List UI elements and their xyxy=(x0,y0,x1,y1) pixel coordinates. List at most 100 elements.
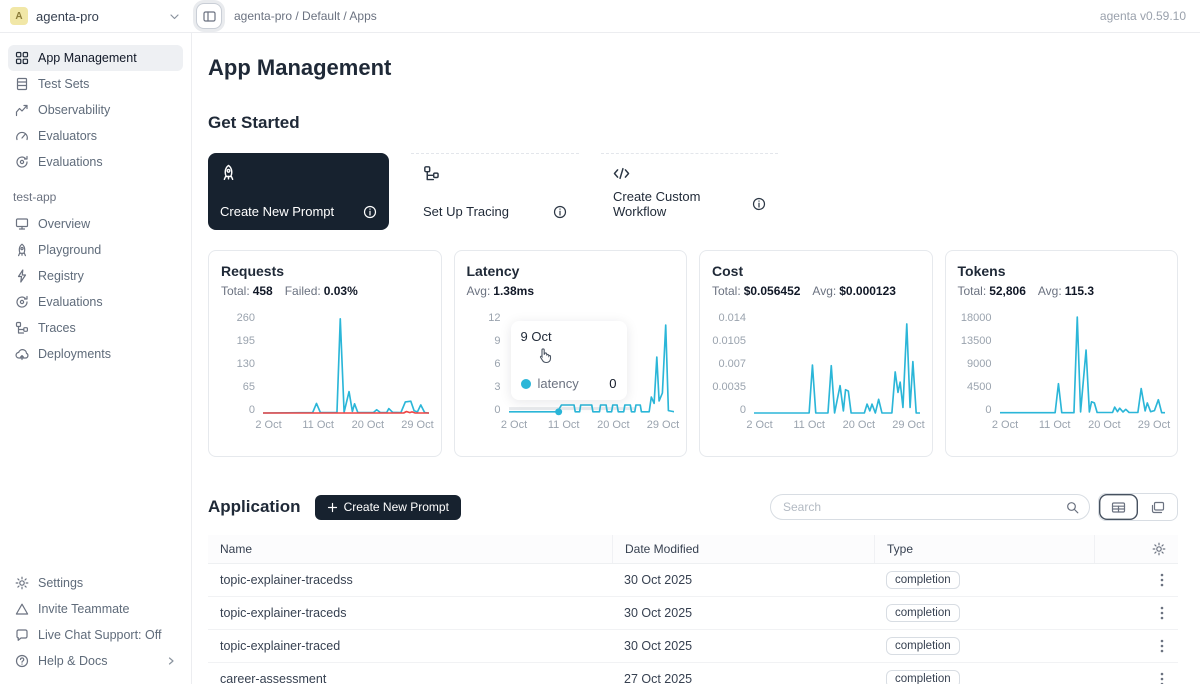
invite-triangle-icon xyxy=(15,602,29,616)
rocket-icon xyxy=(15,243,29,257)
latency-card: Latency Avg:1.38ms 129630 2 Oct11 Oct20 … xyxy=(454,250,688,457)
card-label: Set Up Tracing xyxy=(423,204,509,219)
tooltip-date: 9 Oct xyxy=(521,329,617,344)
search-input[interactable] xyxy=(781,499,1066,515)
card-view-button[interactable] xyxy=(1138,494,1177,520)
create-new-prompt-card[interactable]: Create New Prompt xyxy=(208,153,389,230)
applications-table: Name Date Modified Type topic-explainer-… xyxy=(208,535,1178,684)
sidebar-item-label: Settings xyxy=(38,576,83,590)
row-menu-icon[interactable] xyxy=(1160,606,1164,620)
sidebar-section-label: test-app xyxy=(8,190,183,204)
tooltip-series-row: latency 0 xyxy=(521,376,617,391)
sidebar-item-app-management[interactable]: App Management xyxy=(8,45,183,71)
table-row[interactable]: topic-explainer-tracedss 30 Oct 2025 com… xyxy=(208,564,1178,597)
chart-plot[interactable] xyxy=(754,312,920,416)
date-modified: 27 Oct 2025 xyxy=(612,672,874,684)
row-menu-icon[interactable] xyxy=(1160,573,1164,587)
y-tick-label: 13500 xyxy=(961,335,992,347)
y-axis-labels: 260195130650 xyxy=(221,312,263,416)
table-icon xyxy=(15,77,29,91)
column-header-name[interactable]: Name xyxy=(208,535,612,563)
table-row[interactable]: career-assessment 27 Oct 2025 completion xyxy=(208,663,1178,684)
plus-icon xyxy=(327,502,338,513)
column-header-type[interactable]: Type xyxy=(874,535,1094,563)
sidebar-item-invite-teammate[interactable]: Invite Teammate xyxy=(8,596,183,622)
y-tick-label: 0 xyxy=(985,404,991,416)
refresh-circle-icon xyxy=(15,295,29,309)
top-bar: A agenta-pro agenta-pro / Default / Apps… xyxy=(0,0,1200,33)
sidebar-toggle-button[interactable] xyxy=(196,3,222,29)
row-menu-icon[interactable] xyxy=(1160,672,1164,684)
y-tick-label: 12 xyxy=(488,312,500,324)
sidebar-item-test-sets[interactable]: Test Sets xyxy=(8,71,183,97)
x-tick-label: 29 Oct xyxy=(401,419,433,431)
x-tick-label: 29 Oct xyxy=(892,419,924,431)
y-tick-label: 195 xyxy=(237,335,255,347)
chart-plot[interactable] xyxy=(1000,312,1166,416)
y-tick-label: 0.014 xyxy=(718,312,746,324)
sidebar-item-evaluations[interactable]: Evaluations xyxy=(8,149,183,175)
column-settings-gear-icon[interactable] xyxy=(1152,542,1166,556)
y-tick-label: 0 xyxy=(494,404,500,416)
workspace-switcher[interactable]: A agenta-pro xyxy=(0,7,192,25)
x-tick-label: 20 Oct xyxy=(352,419,384,431)
sidebar-item-observability[interactable]: Observability xyxy=(8,97,183,123)
create-custom-workflow-card[interactable]: Create Custom Workflow xyxy=(601,153,778,230)
cost-chart[interactable]: 0.0140.01050.0070.00350 2 Oct11 Oct20 Oc… xyxy=(712,312,920,435)
x-tick-label: 11 Oct xyxy=(548,419,580,431)
sidebar-item-evaluations-app[interactable]: Evaluations xyxy=(8,289,183,315)
sidebar-item-help-docs[interactable]: Help & Docs xyxy=(8,648,183,674)
row-menu-icon[interactable] xyxy=(1160,639,1164,653)
stats-row: Requests Total:458 Failed:0.03% 26019513… xyxy=(208,250,1178,457)
tokens-chart[interactable]: 1800013500900045000 2 Oct11 Oct20 Oct29 … xyxy=(958,312,1166,435)
app-name: topic-explainer-traced xyxy=(208,639,612,653)
sidebar-item-label: Overview xyxy=(38,217,90,231)
info-icon[interactable] xyxy=(752,197,766,211)
x-tick-label: 29 Oct xyxy=(1138,419,1170,431)
sidebar-item-registry[interactable]: Registry xyxy=(8,263,183,289)
sidebar-panel-icon xyxy=(203,10,216,23)
x-axis-labels: 2 Oct11 Oct20 Oct29 Oct xyxy=(754,419,920,435)
sidebar-item-overview[interactable]: Overview xyxy=(8,211,183,237)
sidebar-item-live-chat[interactable]: Live Chat Support: Off xyxy=(8,622,183,648)
table-row[interactable]: topic-explainer-traced 30 Oct 2025 compl… xyxy=(208,630,1178,663)
chevron-right-icon xyxy=(166,656,176,666)
x-tick-label: 2 Oct xyxy=(255,419,281,431)
sidebar-item-deployments[interactable]: Deployments xyxy=(8,341,183,367)
series-label: latency xyxy=(538,376,579,391)
create-new-prompt-button[interactable]: Create New Prompt xyxy=(315,495,461,520)
table-view-button[interactable] xyxy=(1099,494,1138,520)
sidebar-item-settings[interactable]: Settings xyxy=(8,570,183,596)
trace-tree-icon xyxy=(423,165,567,182)
sidebar-item-playground[interactable]: Playground xyxy=(8,237,183,263)
y-tick-label: 260 xyxy=(237,312,255,324)
stat-title: Latency xyxy=(467,263,675,279)
main-content: App Management Get Started Create New Pr… xyxy=(192,33,1200,684)
sidebar-item-traces[interactable]: Traces xyxy=(8,315,183,341)
table-view-icon xyxy=(1111,501,1126,514)
type-badge: completion xyxy=(886,637,960,655)
get-started-cards: Create New Prompt Set Up Tracing xyxy=(208,153,1178,230)
app-name: topic-explainer-traceds xyxy=(208,606,612,620)
chart-plot[interactable] xyxy=(263,312,429,416)
date-modified: 30 Oct 2025 xyxy=(612,573,874,587)
sidebar-item-label: Registry xyxy=(38,269,84,283)
sidebar-item-evaluators[interactable]: Evaluators xyxy=(8,123,183,149)
set-up-tracing-card[interactable]: Set Up Tracing xyxy=(411,153,579,230)
requests-chart[interactable]: 260195130650 2 Oct11 Oct20 Oct29 Oct xyxy=(221,312,429,435)
x-tick-label: 2 Oct xyxy=(501,419,527,431)
info-icon[interactable] xyxy=(553,205,567,219)
app-name: topic-explainer-tracedss xyxy=(208,573,612,587)
search-box[interactable] xyxy=(770,494,1090,520)
requests-card: Requests Total:458 Failed:0.03% 26019513… xyxy=(208,250,442,457)
page-title: App Management xyxy=(208,55,1178,81)
y-tick-label: 9 xyxy=(494,335,500,347)
column-header-date-modified[interactable]: Date Modified xyxy=(612,535,874,563)
help-circle-icon xyxy=(15,654,29,668)
workspace-avatar: A xyxy=(10,7,28,25)
info-icon[interactable] xyxy=(363,205,377,219)
sidebar-item-label: App Management xyxy=(38,51,137,65)
table-row[interactable]: topic-explainer-traceds 30 Oct 2025 comp… xyxy=(208,597,1178,630)
breadcrumb[interactable]: agenta-pro / Default / Apps xyxy=(234,9,377,23)
trace-tree-icon xyxy=(15,321,29,335)
